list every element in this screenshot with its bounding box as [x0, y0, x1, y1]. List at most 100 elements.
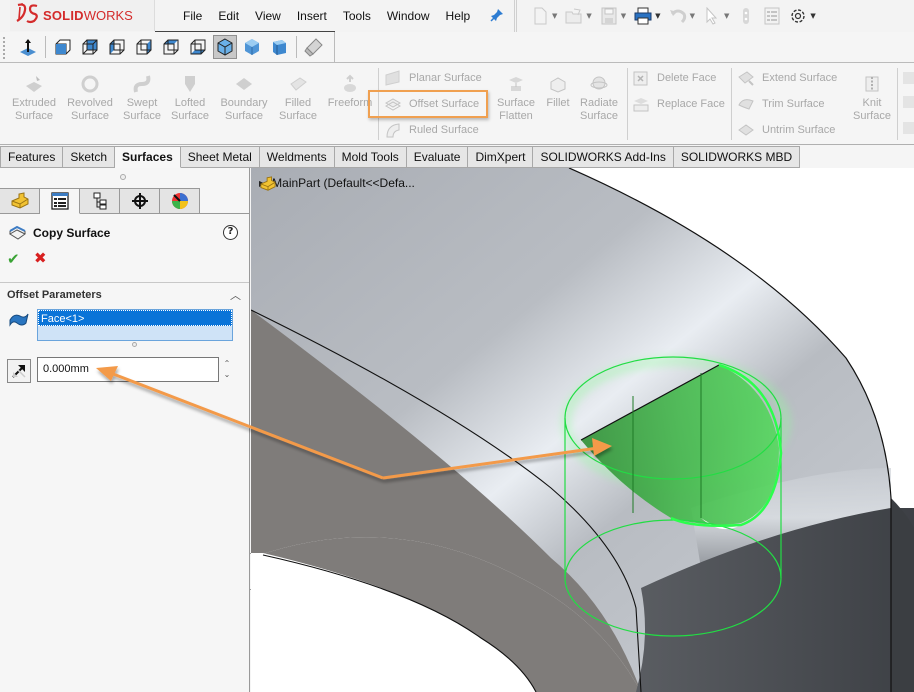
label-line1: Filled — [284, 97, 312, 109]
tab-sketch[interactable]: Sketch — [63, 146, 116, 168]
distance-spinner[interactable]: ⌃ ⌄ — [221, 358, 233, 382]
ruled-surface-button[interactable]: Ruled Surface — [384, 121, 479, 139]
chevron-up-icon[interactable]: ︿ — [230, 287, 241, 303]
extruded-surface-button[interactable]: Extruded Surface — [6, 74, 62, 123]
trim-surface-button[interactable]: Trim Surface — [737, 95, 825, 113]
untrim-surface-button[interactable]: Untrim Surface — [737, 121, 835, 139]
overflow-ribbon-icons[interactable] — [902, 70, 914, 140]
reverse-direction-button[interactable] — [7, 359, 31, 383]
pin-menu-icon[interactable] — [490, 8, 504, 26]
face-selection-list[interactable]: Face<1> — [37, 309, 233, 341]
boundary-surface-button[interactable]: Boundary Surface — [216, 74, 272, 123]
lofted-surface-icon — [185, 76, 195, 92]
view-dimetric-button[interactable] — [267, 35, 291, 59]
view-orientation-button-5[interactable] — [159, 35, 183, 59]
view-toolbar — [0, 32, 335, 63]
view-orientation-button-1[interactable] — [51, 35, 75, 59]
offset-distance-input[interactable]: 0.000mm — [37, 357, 219, 382]
tab-surfaces[interactable]: Surfaces — [115, 146, 181, 168]
graphics-viewport[interactable]: ▶ MainPart (Default<<Defa... — [251, 168, 914, 692]
chevron-down-icon[interactable]: ▼ — [621, 12, 626, 20]
cancel-button[interactable]: ✖ — [34, 249, 47, 267]
chevron-down-icon[interactable]: ▼ — [552, 12, 557, 20]
knit-surface-icon — [865, 76, 879, 92]
planar-surface-button[interactable]: Planar Surface — [384, 69, 482, 87]
extend-surface-button[interactable]: Extend Surface — [737, 69, 837, 87]
tab-solidworks-mbd[interactable]: SOLIDWORKS MBD — [673, 146, 801, 168]
menu-view[interactable]: View — [247, 9, 289, 23]
chevron-down-icon[interactable]: ▼ — [655, 12, 660, 20]
chevron-down-icon[interactable]: ▼ — [724, 12, 729, 20]
display-manager-tab[interactable] — [160, 188, 200, 214]
view-orientation-button-2[interactable] — [78, 35, 102, 59]
dimxpert-manager-tab[interactable] — [120, 188, 160, 214]
radiate-surface-button[interactable]: Radiate Surface — [571, 74, 627, 123]
flashlight-button[interactable] — [302, 35, 326, 59]
ok-button[interactable]: ✔ — [7, 250, 20, 268]
delete-face-button[interactable]: Delete Face — [632, 69, 716, 87]
planar-surface-label: Planar Surface — [409, 72, 482, 84]
configuration-manager-tab[interactable] — [80, 188, 120, 214]
options-button[interactable]: ▼ — [789, 7, 816, 25]
untrim-surface-label: Untrim Surface — [762, 124, 836, 136]
toolbar-grip[interactable] — [3, 37, 5, 59]
tab-sheet-metal[interactable]: Sheet Metal — [180, 146, 260, 168]
freeform-icon — [344, 74, 356, 92]
filled-surface-button[interactable]: Filled Surface — [270, 74, 326, 123]
menu-tools[interactable]: Tools — [335, 9, 379, 23]
tab-mold-tools[interactable]: Mold Tools — [334, 146, 407, 168]
rebuild-button[interactable] — [737, 7, 755, 25]
list-resize-handle[interactable] — [132, 342, 137, 347]
chevron-down-icon[interactable]: ▼ — [690, 12, 695, 20]
freeform-button[interactable]: Freeform — [322, 74, 378, 110]
select-button[interactable]: ▼ — [703, 7, 729, 25]
tab-evaluate[interactable]: Evaluate — [406, 146, 469, 168]
menu-edit[interactable]: Edit — [210, 9, 247, 23]
cube-trimetric-icon — [245, 39, 259, 55]
offset-surface-button[interactable]: Offset Surface — [384, 95, 479, 113]
tab-features[interactable]: Features — [0, 146, 64, 168]
panel-resize-handle[interactable] — [120, 174, 126, 180]
knit-surface-button[interactable]: Knit Surface — [844, 74, 900, 123]
view-orientation-button-6[interactable] — [186, 35, 210, 59]
normal-to-button[interactable] — [16, 35, 40, 59]
view-isometric-button[interactable] — [213, 35, 237, 59]
feature-tree-root[interactable]: ▶ MainPart (Default<<Defa... — [259, 176, 415, 191]
undo-button[interactable]: ▼ — [669, 7, 695, 25]
view-orientation-button-4[interactable] — [132, 35, 156, 59]
logo-text-light: WORKS — [83, 8, 133, 23]
feature-manager-tab[interactable] — [0, 188, 40, 214]
menu-file[interactable]: File — [175, 9, 210, 23]
property-manager-tab[interactable] — [40, 188, 80, 214]
extruded-surface-icon — [26, 76, 42, 92]
help-icon[interactable]: ? — [223, 225, 238, 240]
new-button[interactable]: ▼ — [531, 7, 557, 25]
solidworks-logo[interactable]: SOLID WORKS — [10, 0, 155, 31]
view-orientation-button-3[interactable] — [105, 35, 129, 59]
surface-face-icon — [9, 313, 29, 327]
ruled-surface-label: Ruled Surface — [409, 124, 479, 136]
menu-window[interactable]: Window — [379, 9, 438, 23]
revolved-surface-button[interactable]: Revolved Surface — [62, 74, 118, 123]
spin-up-icon[interactable]: ⌃ — [221, 358, 233, 369]
tab-dimxpert[interactable]: DimXpert — [468, 146, 534, 168]
lofted-surface-button[interactable]: Lofted Surface — [162, 74, 218, 123]
view-trimetric-button[interactable] — [240, 35, 264, 59]
menu-insert[interactable]: Insert — [289, 9, 335, 23]
replace-face-button[interactable]: Replace Face — [632, 95, 725, 113]
tab-solidworks-add-ins[interactable]: SOLIDWORKS Add-Ins — [533, 146, 674, 168]
chevron-down-icon[interactable]: ▼ — [586, 12, 591, 20]
selected-face-item[interactable]: Face<1> — [38, 310, 232, 326]
tab-weldments[interactable]: Weldments — [259, 146, 335, 168]
label-line1: Swept — [126, 97, 158, 109]
file-properties-button[interactable] — [763, 7, 781, 25]
save-button[interactable]: ▼ — [600, 7, 626, 25]
print-button[interactable]: ▼ — [634, 7, 661, 25]
chevron-down-icon[interactable]: ▼ — [810, 12, 815, 20]
menu-help[interactable]: Help — [438, 9, 479, 23]
spin-down-icon[interactable]: ⌄ — [221, 369, 233, 380]
options-gear-icon — [791, 9, 806, 23]
revolved-surface-icon — [81, 75, 99, 93]
open-button[interactable]: ▼ — [565, 7, 592, 25]
offset-parameters-header[interactable]: Offset Parameters — [7, 289, 102, 301]
